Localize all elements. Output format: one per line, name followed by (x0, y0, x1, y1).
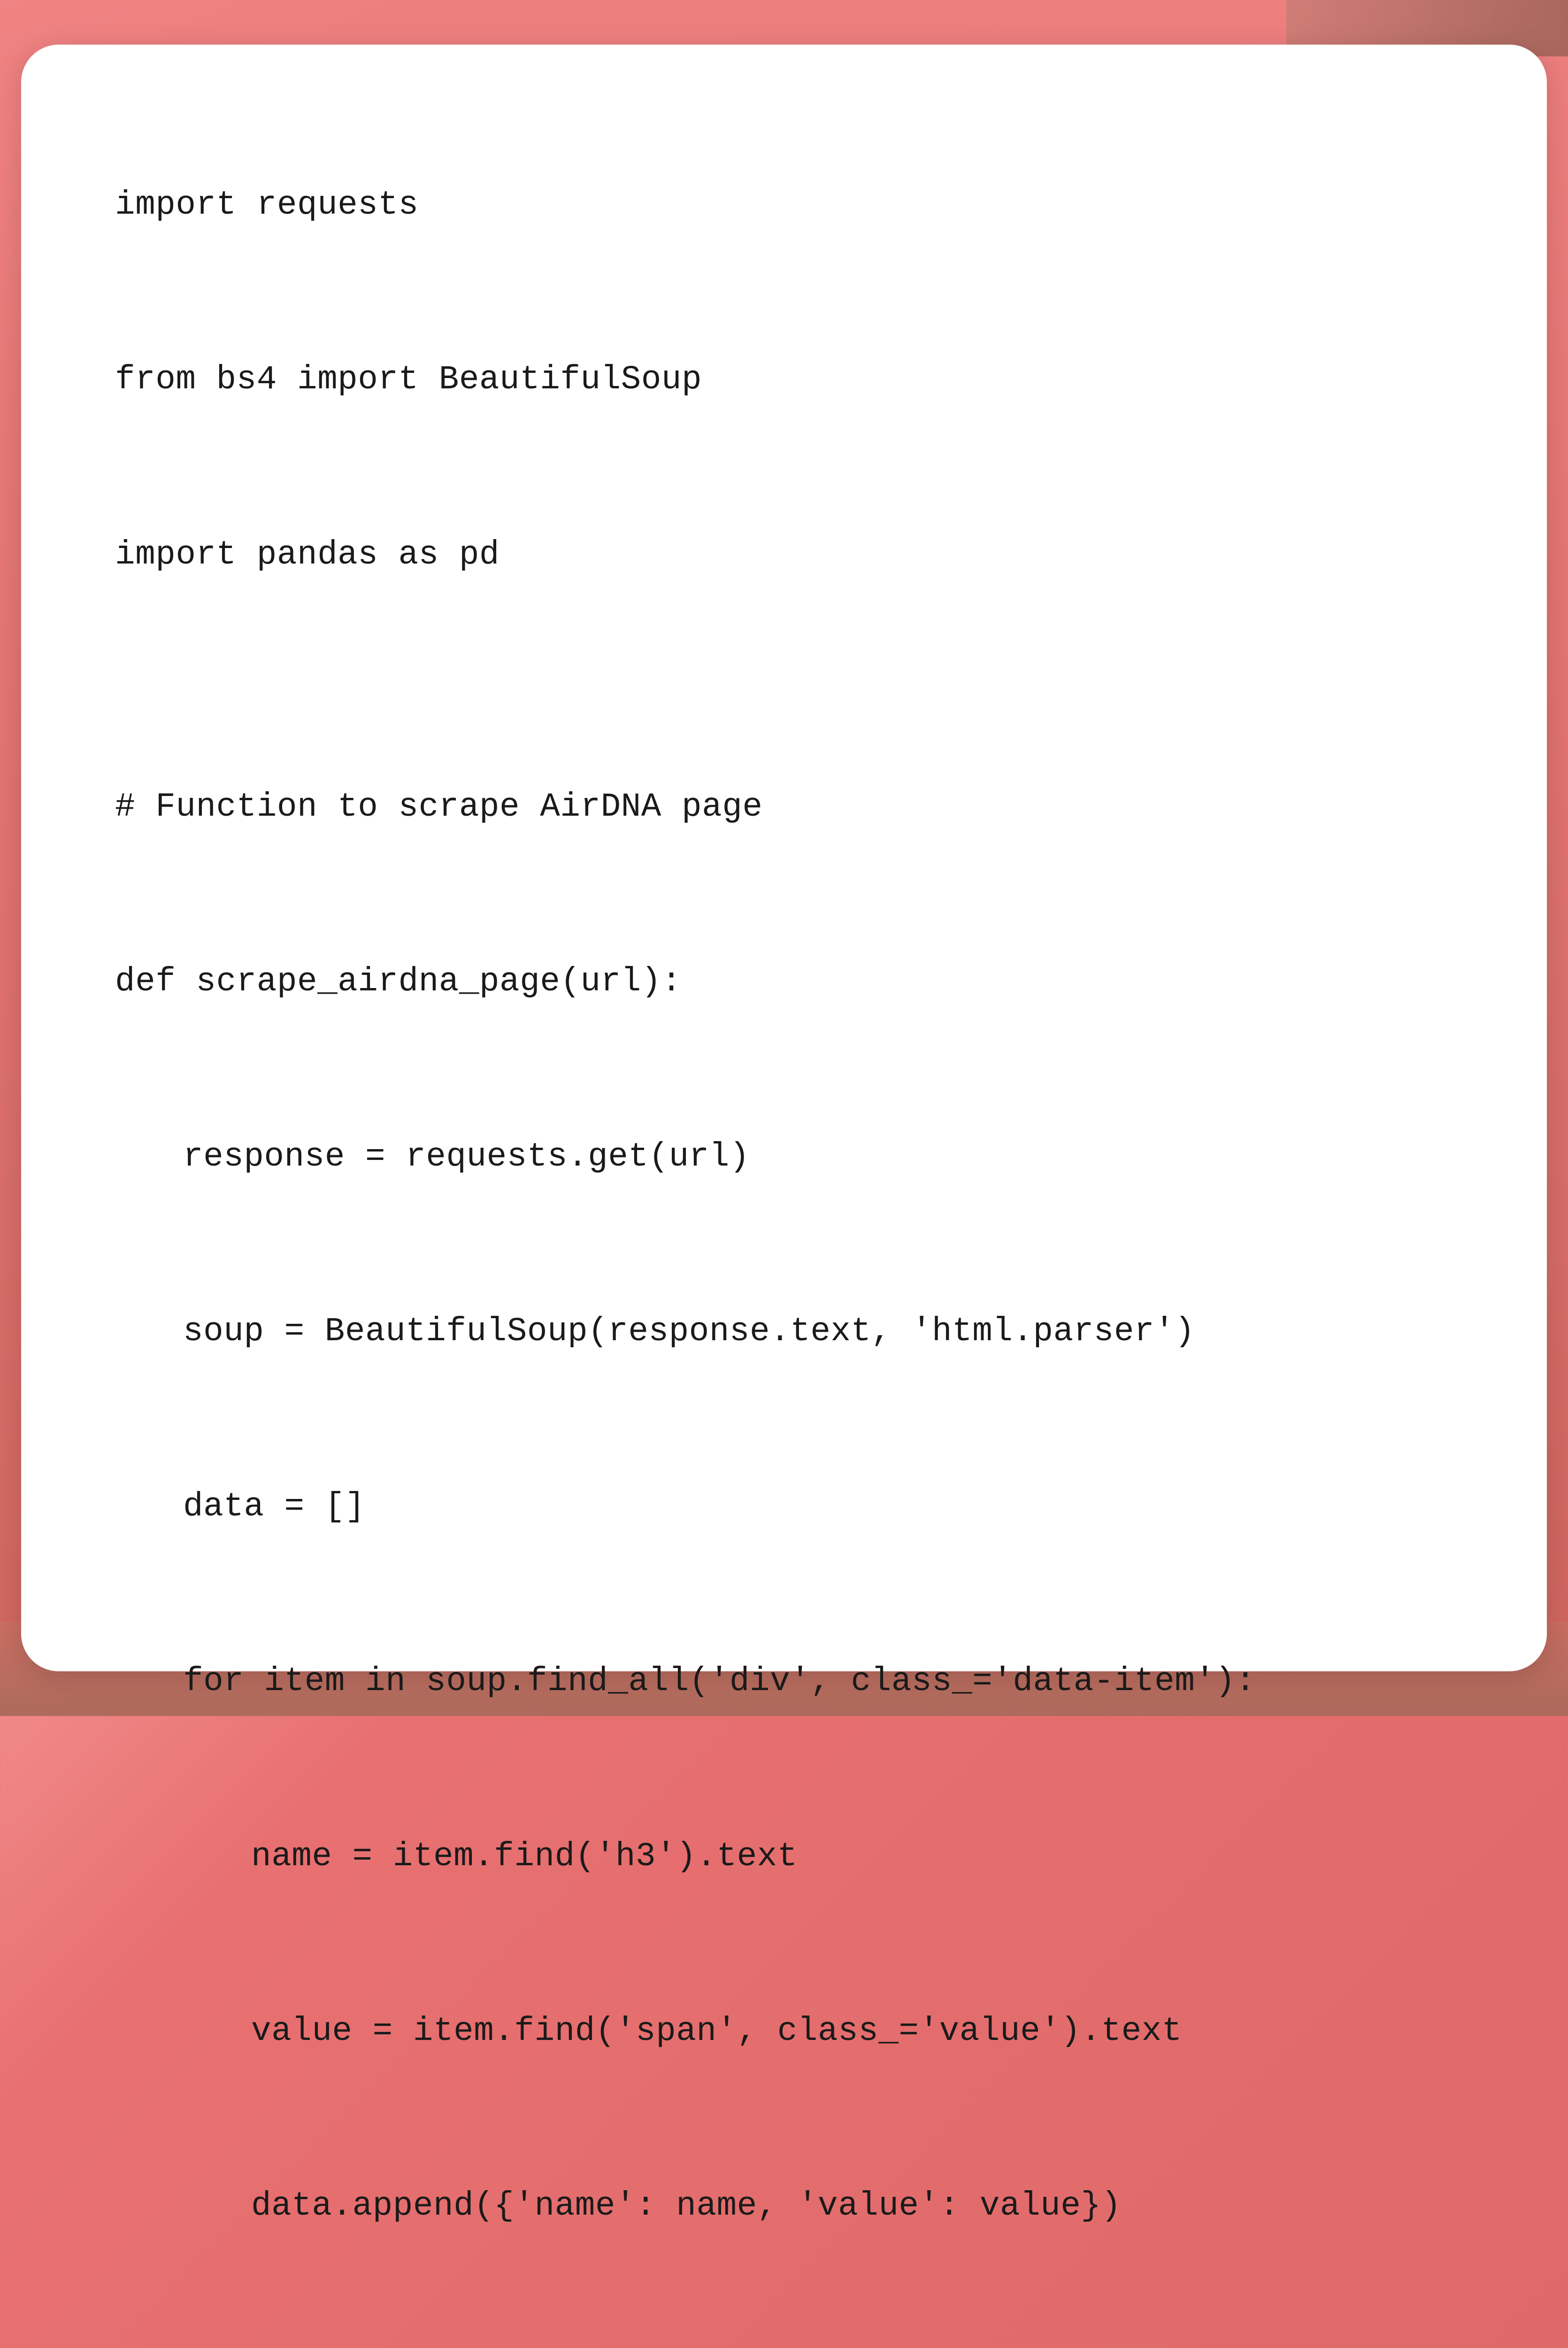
code-line: for item in soup.find_all('div', class_=… (115, 1658, 1462, 1706)
code-line: soup = BeautifulSoup(response.text, 'htm… (115, 1308, 1462, 1356)
code-line: data.append({'name': name, 'value': valu… (115, 2183, 1462, 2230)
code-line: name = item.find('h3').text (115, 1833, 1462, 1881)
code-line: response = requests.get(url) (115, 1134, 1462, 1181)
code-line: data = [] (115, 1483, 1462, 1531)
code-line: from bs4 import BeautifulSoup (115, 356, 1462, 404)
code-line-comment: # Function to scrape AirDNA page (115, 784, 1462, 831)
code-line: def scrape_airdna_page(url): (115, 958, 1462, 1006)
code-block: import requests from bs4 import Beautifu… (115, 87, 1462, 2348)
code-line: import pandas as pd (115, 532, 1462, 579)
code-line: import requests (115, 182, 1462, 229)
code-line: value = item.find('span', class_='value'… (115, 2008, 1462, 2055)
code-card: import requests from bs4 import Beautifu… (21, 45, 1547, 1671)
